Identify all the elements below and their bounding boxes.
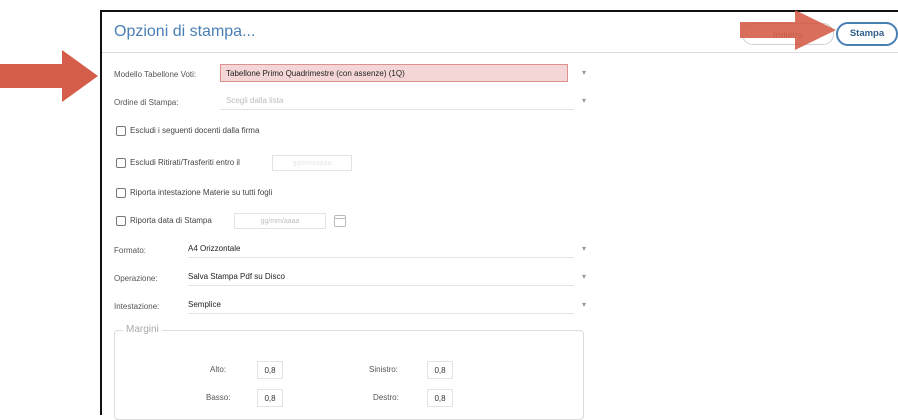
escludi-docenti-checkbox[interactable]: Escludi i seguenti docenti dalla firma (116, 126, 259, 136)
sinistro-input[interactable]: 0,8 (427, 361, 453, 379)
formato-label: Formato: (114, 246, 147, 255)
destro-input[interactable]: 0,8 (427, 389, 453, 407)
modello-select[interactable]: Tabellone Primo Quadrimestre (con assenz… (220, 64, 568, 82)
chevron-down-icon[interactable]: ▾ (582, 300, 586, 309)
print-button[interactable]: Stampa (836, 22, 898, 46)
dialog-title: Opzioni di stampa... (114, 23, 256, 40)
sinistro-label: Sinistro: (369, 365, 398, 374)
chevron-down-icon[interactable]: ▾ (582, 244, 586, 253)
basso-input[interactable]: 0,8 (257, 389, 283, 407)
ritirati-date-input[interactable]: gg/mm/aaaa (272, 155, 352, 171)
margini-fieldset: Margini Alto: 0,8 Sinistro: 0,8 Basso: 0… (114, 324, 584, 420)
basso-label: Basso: (206, 393, 231, 402)
margini-legend: Margini (123, 324, 162, 335)
escludi-docenti-label: Escludi i seguenti docenti dalla firma (130, 126, 260, 136)
riporta-intestazione-label: Riporta intestazione Materie su tutti fo… (130, 188, 273, 198)
escludi-ritirati-checkbox[interactable]: Escludi Ritirati/Trasferiti entro il (116, 158, 240, 168)
chevron-down-icon[interactable]: ▾ (582, 272, 586, 281)
intestazione-select[interactable]: Semplice (188, 296, 574, 314)
checkbox-box[interactable] (116, 216, 126, 226)
chevron-down-icon[interactable]: ▾ (582, 68, 586, 77)
formato-select[interactable]: A4 Orizzontale (188, 240, 574, 258)
destro-label: Destro: (373, 393, 399, 402)
checkbox-box[interactable] (116, 188, 126, 198)
chevron-down-icon[interactable]: ▾ (582, 96, 586, 105)
operazione-select[interactable]: Salva Stampa Pdf su Disco (188, 268, 574, 286)
riporta-data-checkbox[interactable]: Riporta data di Stampa (116, 216, 212, 226)
operazione-label: Operazione: (114, 274, 158, 283)
data-stampa-input[interactable]: gg/mm/aaaa (234, 213, 326, 229)
checkbox-box[interactable] (116, 158, 126, 168)
alto-input[interactable]: 0,8 (257, 361, 283, 379)
annotation-arrow-left (0, 50, 98, 102)
print-options-dialog: Opzioni di stampa... Indietro Stampa Mod… (100, 10, 898, 420)
riporta-data-label: Riporta data di Stampa (130, 216, 212, 226)
checkbox-box[interactable] (116, 126, 126, 136)
alto-label: Alto: (210, 365, 227, 374)
riporta-intestazione-checkbox[interactable]: Riporta intestazione Materie su tutti fo… (116, 188, 272, 198)
ordine-select[interactable]: Scegli dalla lista (220, 92, 574, 110)
intestazione-label: Intestazione: (114, 302, 160, 311)
ordine-label: Ordine di Stampa: (114, 98, 179, 107)
annotation-arrow-right (740, 10, 836, 50)
escludi-ritirati-label: Escludi Ritirati/Trasferiti entro il (130, 158, 240, 168)
modello-label: Modello Tabellone Voti: (114, 70, 197, 79)
calendar-icon[interactable] (334, 215, 346, 227)
